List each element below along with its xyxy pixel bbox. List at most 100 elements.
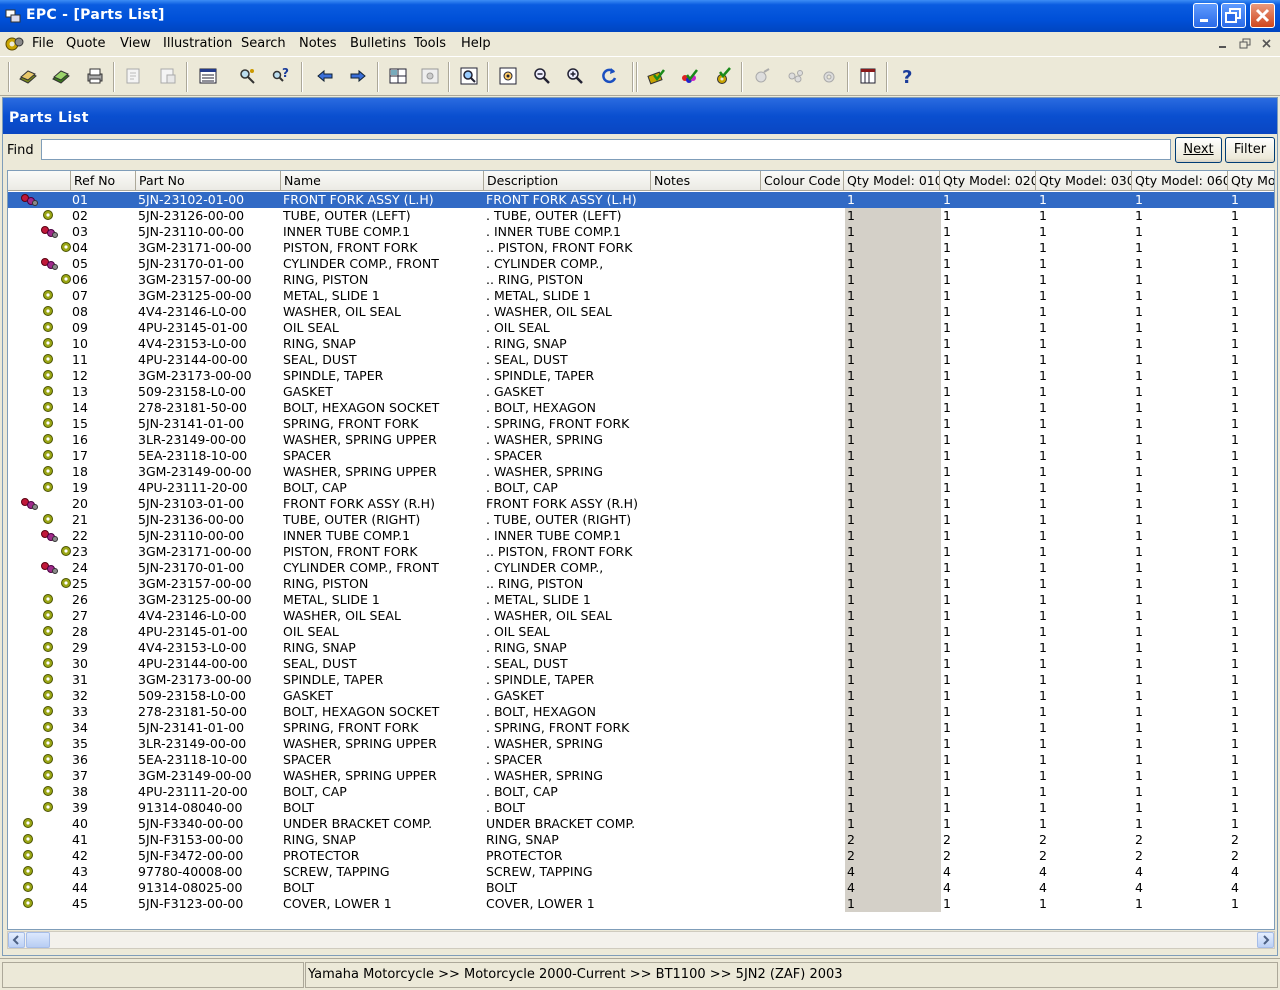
mdi-minimize-icon[interactable] bbox=[1215, 37, 1231, 51]
menu-tools[interactable]: Tools bbox=[414, 36, 446, 51]
next-button[interactable]: Next bbox=[1175, 137, 1222, 163]
order-button-1[interactable] bbox=[749, 63, 775, 89]
table-row[interactable]: 17 5EA-23118-10-00 SPACER. SPACER 1 1 1 1 1 bbox=[8, 448, 1274, 464]
open-catalog-button[interactable] bbox=[15, 63, 41, 89]
table-row[interactable]: 16 3LR-23149-00-00 WASHER, SPRING UPPER . W… bbox=[8, 432, 1274, 448]
open-book-button[interactable] bbox=[48, 63, 74, 89]
table-row[interactable]: 45 5JN-F3123-00-00 COVER, LOWER 1 COVER, LO… bbox=[8, 896, 1274, 912]
column-header-qty-020-col[interactable]: Qty Model: 020 bbox=[940, 171, 1036, 191]
table-row[interactable]: 30 4PU-23144-00-00 SEAL, DUST . SEAL, DUST 1… bbox=[8, 656, 1274, 672]
column-header-qty-030-col[interactable]: Qty Model: 030 bbox=[1036, 171, 1132, 191]
zoom-in-button[interactable] bbox=[562, 63, 588, 89]
quote-color-button[interactable] bbox=[676, 63, 702, 89]
table-row[interactable]: 10 4V4-23153-L0-00 RING, SNAP . RING, SNAP 1… bbox=[8, 336, 1274, 352]
help-button[interactable]: ? bbox=[894, 63, 920, 89]
table-row[interactable]: 40 5JN-F3340-00-00 UNDER BRACKET COMP. UNDE… bbox=[8, 816, 1274, 832]
mdi-close-icon[interactable] bbox=[1259, 37, 1275, 51]
table-row[interactable]: 27 4V4-23146-L0-00 WASHER, OIL SEAL . WASHE… bbox=[8, 608, 1274, 624]
grid-view-button[interactable] bbox=[385, 63, 411, 89]
table-row[interactable]: 44 91314-08025-00 BOLT BOLT 4 4 4 4 4 bbox=[8, 880, 1274, 896]
find-input[interactable] bbox=[41, 139, 1171, 160]
copy-page-button[interactable] bbox=[121, 63, 147, 89]
table-row[interactable]: 33 278-23181-50-00 BOLT, HEXAGON SOCKET . B… bbox=[8, 704, 1274, 720]
back-button[interactable] bbox=[312, 63, 338, 89]
table-row[interactable]: 19 4PU-23111-20-00 BOLT, CAP. BOLT, CAP 1 1 1… bbox=[8, 480, 1274, 496]
forward-button[interactable] bbox=[345, 63, 371, 89]
table-row[interactable]: 34 5JN-23141-01-00 SPRING, FRONT FORK . SPR… bbox=[8, 720, 1274, 736]
column-header-name-col[interactable]: Name bbox=[281, 171, 484, 191]
menu-bulletins[interactable]: Bulletins bbox=[350, 36, 406, 51]
table-row[interactable]: 03 5JN-23110-00-00 INNER TUBE COMP.1 . INNE… bbox=[8, 224, 1274, 240]
paste-page-button[interactable] bbox=[155, 63, 181, 89]
table-row[interactable]: 06 3GM-23157-00-00 RING, PISTON .. RING, PI… bbox=[8, 272, 1274, 288]
help-find-button[interactable]: ? bbox=[267, 63, 293, 89]
scroll-left-button[interactable] bbox=[8, 932, 25, 948]
table-row[interactable]: 04 3GM-23171-00-00 PISTON, FRONT FORK .. PI… bbox=[8, 240, 1274, 256]
quote-add-button[interactable] bbox=[643, 63, 669, 89]
print-button[interactable] bbox=[82, 63, 108, 89]
search-parts-button[interactable] bbox=[234, 63, 260, 89]
close-button[interactable] bbox=[1250, 3, 1275, 28]
table-row[interactable]: 32 509-23158-L0-00 GASKET. GASKET 1 1 1 1 1 bbox=[8, 688, 1274, 704]
order-button-2[interactable] bbox=[783, 63, 809, 89]
table-row[interactable]: 11 4PU-23144-00-00 SEAL, DUST. SEAL, DUST 1… bbox=[8, 352, 1274, 368]
table-row[interactable]: 02 5JN-23126-00-00 TUBE, OUTER (LEFT) . TUB… bbox=[8, 208, 1274, 224]
title-bar[interactable]: EPC - [Parts List] bbox=[0, 0, 1280, 32]
table-row[interactable]: 07 3GM-23125-00-00 METAL, SLIDE 1 . METAL, … bbox=[8, 288, 1274, 304]
table-row[interactable]: 21 5JN-23136-00-00 TUBE, OUTER (RIGHT) . TU… bbox=[8, 512, 1274, 528]
filter-button[interactable]: Filter bbox=[1225, 137, 1275, 163]
refresh-button[interactable] bbox=[596, 63, 622, 89]
table-row[interactable]: 18 3GM-23149-00-00 WASHER, SPRING UPPER . W… bbox=[8, 464, 1274, 480]
table-row[interactable]: 22 5JN-23110-00-00 INNER TUBE COMP.1 . INNE… bbox=[8, 528, 1274, 544]
minimize-button[interactable] bbox=[1193, 3, 1218, 28]
scroll-right-button[interactable] bbox=[1257, 932, 1274, 948]
column-header-qty-010-col[interactable]: Qty Model: 010 bbox=[844, 171, 940, 191]
table-row[interactable]: 24 5JN-23170-01-00 CYLINDER COMP., FRONT . … bbox=[8, 560, 1274, 576]
column-header-part-no-col[interactable]: Part No bbox=[136, 171, 281, 191]
parts-list-button[interactable] bbox=[195, 63, 221, 89]
column-header-icon-col[interactable] bbox=[8, 171, 71, 191]
menu-illustration[interactable]: Illustration bbox=[163, 36, 232, 51]
table-row[interactable]: 23 3GM-23171-00-00 PISTON, FRONT FORK .. PI… bbox=[8, 544, 1274, 560]
menu-notes[interactable]: Notes bbox=[299, 36, 337, 51]
column-header-ref-no-col[interactable]: Ref No bbox=[71, 171, 136, 191]
table-row[interactable]: 43 97780-40008-00 SCREW, TAPPING SCREW, TAP… bbox=[8, 864, 1274, 880]
table-row[interactable]: 20 5JN-23103-01-00 FRONT FORK ASSY (R.H) FR… bbox=[8, 496, 1274, 512]
table-row[interactable]: 35 3LR-23149-00-00 WASHER, SPRING UPPER . W… bbox=[8, 736, 1274, 752]
column-header-qty-more-col[interactable]: Qty Mo bbox=[1228, 171, 1274, 191]
table-row[interactable]: 26 3GM-23125-00-00 METAL, SLIDE 1 . METAL, … bbox=[8, 592, 1274, 608]
zoom-out-button[interactable] bbox=[529, 63, 555, 89]
menu-view[interactable]: View bbox=[120, 36, 151, 51]
table-row[interactable]: 29 4V4-23153-L0-00 RING, SNAP . RING, SNAP 1… bbox=[8, 640, 1274, 656]
table-row[interactable]: 05 5JN-23170-01-00 CYLINDER COMP., FRONT . … bbox=[8, 256, 1274, 272]
quote-gear-button[interactable] bbox=[709, 63, 735, 89]
menu-help[interactable]: Help bbox=[461, 36, 491, 51]
table-row[interactable]: 41 5JN-F3153-00-00 RING, SNAP RING, SNAP 2 2 2… bbox=[8, 832, 1274, 848]
column-header-qty-060-col[interactable]: Qty Model: 060 bbox=[1132, 171, 1228, 191]
horizontal-scrollbar[interactable] bbox=[7, 931, 1275, 949]
maximize-button[interactable] bbox=[1221, 3, 1246, 28]
menu-file[interactable]: File bbox=[32, 36, 54, 51]
menu-search[interactable]: Search bbox=[241, 36, 286, 51]
catalog-button[interactable] bbox=[855, 63, 881, 89]
order-button-3[interactable] bbox=[816, 63, 842, 89]
table-row[interactable]: 37 3GM-23149-00-00 WASHER, SPRING UPPER . W… bbox=[8, 768, 1274, 784]
table-row[interactable]: 42 5JN-F3472-00-00 PROTECTOR PROTECTOR 2 2 2 2 2 bbox=[8, 848, 1274, 864]
table-row[interactable]: 36 5EA-23118-10-00 SPACER. SPACER 1 1 1 1 1 bbox=[8, 752, 1274, 768]
table-row[interactable]: 39 91314-08040-00 BOLT. BOLT 1 1 1 1 1 bbox=[8, 800, 1274, 816]
table-row[interactable]: 08 4V4-23146-L0-00 WASHER, OIL SEAL . WASHE… bbox=[8, 304, 1274, 320]
table-row[interactable]: 14 278-23181-50-00 BOLT, HEXAGON SOCKET . B… bbox=[8, 400, 1274, 416]
menu-quote[interactable]: Quote bbox=[66, 36, 106, 51]
table-row[interactable]: 09 4PU-23145-01-00 OIL SEAL. OIL SEAL 1 1 1 1 1 bbox=[8, 320, 1274, 336]
table-row[interactable]: 12 3GM-23173-00-00 SPINDLE, TAPER . SPINDLE… bbox=[8, 368, 1274, 384]
zoom-fit-button[interactable] bbox=[495, 63, 521, 89]
scroll-thumb[interactable] bbox=[26, 932, 50, 948]
parts-grid[interactable]: Ref No Part No Name Description Notes Colour … bbox=[7, 170, 1275, 930]
table-row[interactable]: 28 4PU-23145-01-00 OIL SEAL. OIL SEAL 1 1 1 1 1 bbox=[8, 624, 1274, 640]
table-row[interactable]: 13 509-23158-L0-00 GASKET. GASKET 1 1 1 1 1 bbox=[8, 384, 1274, 400]
thumbnail-view-button[interactable] bbox=[417, 63, 443, 89]
column-header-description-col[interactable]: Description bbox=[484, 171, 651, 191]
mdi-restore-icon[interactable] bbox=[1237, 37, 1253, 51]
table-row[interactable]: 15 5JN-23141-01-00 SPRING, FRONT FORK . SPR… bbox=[8, 416, 1274, 432]
table-row[interactable]: 31 3GM-23173-00-00 SPINDLE, TAPER . SPINDLE… bbox=[8, 672, 1274, 688]
